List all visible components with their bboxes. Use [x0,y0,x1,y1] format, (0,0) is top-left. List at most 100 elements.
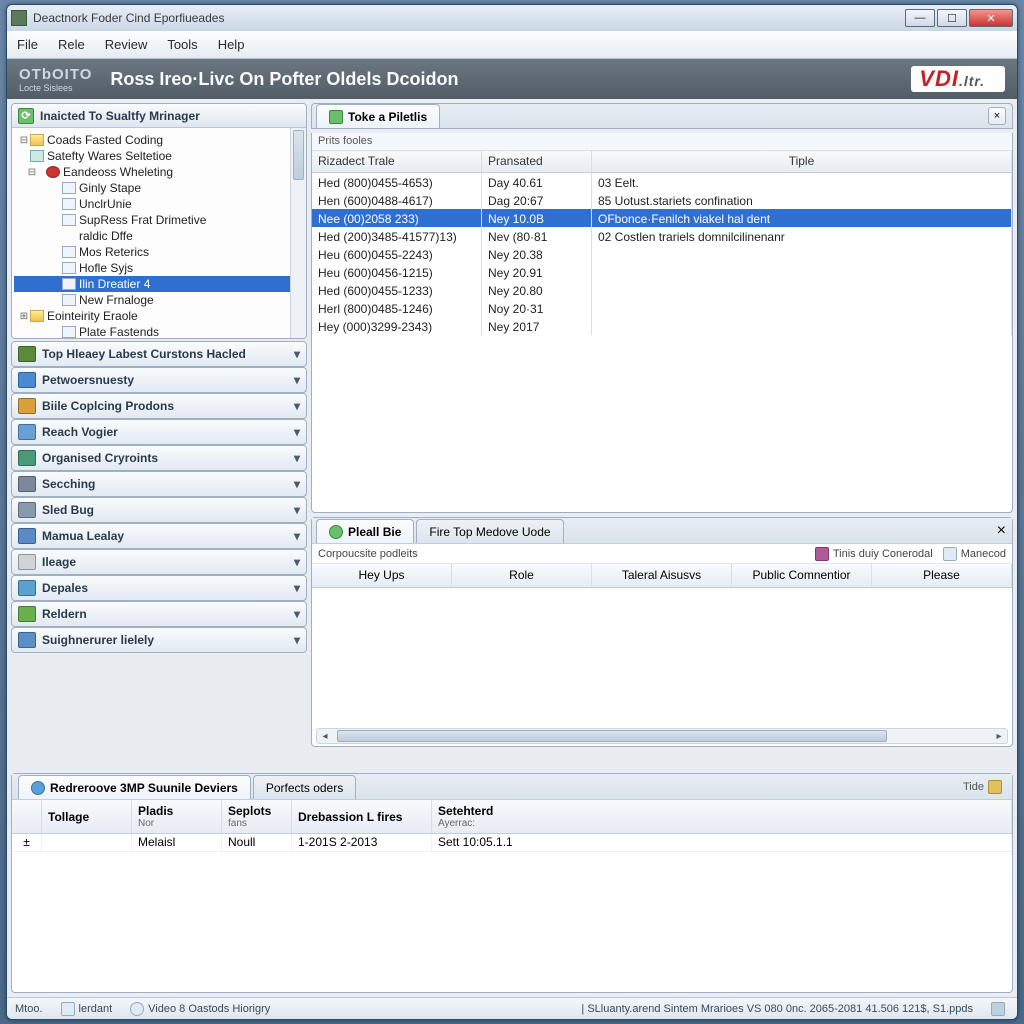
tool-tinis[interactable]: Tinis duiy Conerodal [815,547,933,561]
tree-item[interactable]: Hofle Syjs [14,260,304,276]
col-rizadect[interactable]: Rizadect Trale [312,151,482,172]
refresh-icon[interactable]: ⟳ [18,108,34,124]
tree-item[interactable]: ⊟Coads Fasted Coding [14,132,304,148]
detail-close-button[interactable]: × [997,522,1006,540]
col-pransated[interactable]: Pransated [482,151,592,172]
menu-review[interactable]: Review [105,37,148,52]
status-c[interactable]: Video 8 Oastods Hiorigry [130,1002,270,1016]
tree-item[interactable]: ⊞Eointeirity Eraole [14,308,304,324]
list-row[interactable]: Heu (600)0456-1215)Ney 20.91 [312,263,1012,281]
chevron-down-icon: ▾ [294,607,300,621]
tree-item[interactable]: ⊟Eandeoss Wheleting [14,164,304,180]
list-row[interactable]: Heu (600)0455-2243)Ney 20.38 [312,245,1012,263]
chevron-down-icon: ▾ [294,503,300,517]
tree-item[interactable]: Ginly Stape [14,180,304,196]
row-expand-icon[interactable]: ± [12,834,42,851]
minimize-button[interactable]: — [905,9,935,27]
bcol-tollage[interactable]: Tollage [42,800,132,833]
list-row[interactable]: Hed (200)3485-41577)13)Nev (80·8102 Cost… [312,227,1012,245]
accordion-label: Reldern [42,607,87,621]
dcol-public[interactable]: Public Comnentior [732,564,872,587]
accordion-label: Mamua Lealay [42,529,124,543]
menu-file[interactable]: File [17,37,38,52]
dcol-please[interactable]: Please [872,564,1012,587]
menu-tools[interactable]: Tools [167,37,197,52]
tab-fire[interactable]: Fire Top Medove Uode [416,519,563,543]
bcol-pladis[interactable]: PladisNor [132,800,222,833]
accordion-label: Organised Cryroints [42,451,158,465]
col-tiple[interactable]: Tiple [592,151,1012,172]
bcol-seplots[interactable]: Seplotsfans [222,800,292,833]
tree-item[interactable]: Satefty Wares Seltetioe [14,148,304,164]
chevron-down-icon: ▾ [294,633,300,647]
detail-body[interactable]: ◂ ▸ [312,588,1012,746]
detail-subtitle: Corpoucsite podleits [318,548,418,560]
tree-label: Plate Fastends [79,325,159,338]
list-row[interactable]: Hed (600)0455-1233)Ney 20.80 [312,281,1012,299]
accordion-item[interactable]: Ileage▾ [11,549,307,575]
tree-item[interactable]: Ilin Dreatier 4 [14,276,304,292]
tab-pleall[interactable]: Pleall Bie [316,519,414,543]
menubar: File Rele Review Tools Help [7,31,1017,59]
tab-pleall-label: Pleall Bie [348,525,401,539]
tree-item[interactable]: raldic Dffe [14,228,304,244]
bcol-drebassion[interactable]: Drebassion L fires [292,800,432,833]
accordion-item[interactable]: Depales▾ [11,575,307,601]
dcol-role[interactable]: Role [452,564,592,587]
fold-icon [30,310,44,322]
tool-manecod[interactable]: Manecod [943,547,1006,561]
accordion-label: Biile Coplcing Prodons [42,399,174,413]
list-row[interactable]: Hed (800)0455-4653)Day 40.6103 Eelt. [312,173,1012,191]
cell-b: Day 40.61 [482,173,592,191]
tree-item[interactable]: UnclrUnie [14,196,304,212]
bottom-row[interactable]: ± Melaisl Noull 1-201S 2-2013 Sett 10:05… [12,834,1012,852]
tree-item[interactable]: Mos Reterics [14,244,304,260]
scroll-left-icon[interactable]: ◂ [317,729,333,743]
accordion-item[interactable]: Organised Cryroints▾ [11,445,307,471]
status-b[interactable]: lerdant [61,1002,113,1016]
list-body[interactable]: Hed (800)0455-4653)Day 40.6103 Eelt.Hen … [312,173,1012,335]
detail-hscroll[interactable]: ◂ ▸ [316,728,1008,744]
doc-icon [943,547,957,561]
scroll-right-icon[interactable]: ▸ [991,729,1007,743]
accordion-item[interactable]: Mamua Lealay▾ [11,523,307,549]
menu-help[interactable]: Help [218,37,245,52]
lock-icon[interactable] [988,780,1002,794]
accordion-item[interactable]: Suighnerurer lielely▾ [11,627,307,653]
close-button[interactable]: ✕ [969,9,1013,27]
doc-icon [62,246,76,258]
bcol-expand[interactable] [12,800,42,833]
list-row[interactable]: Hen (600)0488-4617)Dag 20:6785 Uotust.st… [312,191,1012,209]
tab-close-button[interactable]: × [988,107,1006,125]
tree-label: Coads Fasted Coding [47,133,163,147]
accordion-item[interactable]: Biile Coplcing Prodons▾ [11,393,307,419]
tree-scrollbar[interactable] [290,128,306,338]
maximize-button[interactable]: ☐ [937,9,967,27]
accordion-item[interactable]: Secching▾ [11,471,307,497]
accordion-item[interactable]: Reach Vogier▾ [11,419,307,445]
tree-item[interactable]: New Frnaloge [14,292,304,308]
accordion-item[interactable]: Top Hleaey Labest Curstons Hacled▾ [11,341,307,367]
list-row[interactable]: Nee (00)2058 233)Ney 10.0BOFbonce·Fenilc… [312,209,1012,227]
accordion-item[interactable]: Petwoersnuesty▾ [11,367,307,393]
tab-redreroove[interactable]: Redreroove 3MP Suunile Deviers [18,775,251,799]
nav-tree[interactable]: ⊟Coads Fasted CodingSatefty Wares Seltet… [12,128,306,338]
resize-grip-icon[interactable] [991,1002,1005,1016]
cell-c [592,281,1012,299]
statusbar: Mtoo. lerdant Video 8 Oastods Hiorigry |… [7,997,1017,1019]
accordion-item[interactable]: Reldern ▾ [11,601,307,627]
list-row[interactable]: Hey (000)3299-2343)Ney 2017 [312,317,1012,335]
dcol-taleral[interactable]: Taleral Aisusvs [592,564,732,587]
tree-item[interactable]: Plate Fastends [14,324,304,338]
list-row[interactable]: Herl (800)0485-1246)Noy 20·31 [312,299,1012,317]
dcol-heyups[interactable]: Hey Ups [312,564,452,587]
tab-toke[interactable]: Toke a Piletlis [316,104,440,128]
accordion-item[interactable]: Sled Bug▾ [11,497,307,523]
bcol-setehterd[interactable]: SetehterdAyerrac: [432,800,1012,833]
menu-rele[interactable]: Rele [58,37,85,52]
tide-label: Tide [963,781,984,793]
tab-porfects[interactable]: Porfects oders [253,775,356,799]
detail-scroll-thumb[interactable] [337,730,887,742]
tree-item[interactable]: SupRess Frat Drimetive [14,212,304,228]
tree-scroll-thumb[interactable] [293,130,304,180]
